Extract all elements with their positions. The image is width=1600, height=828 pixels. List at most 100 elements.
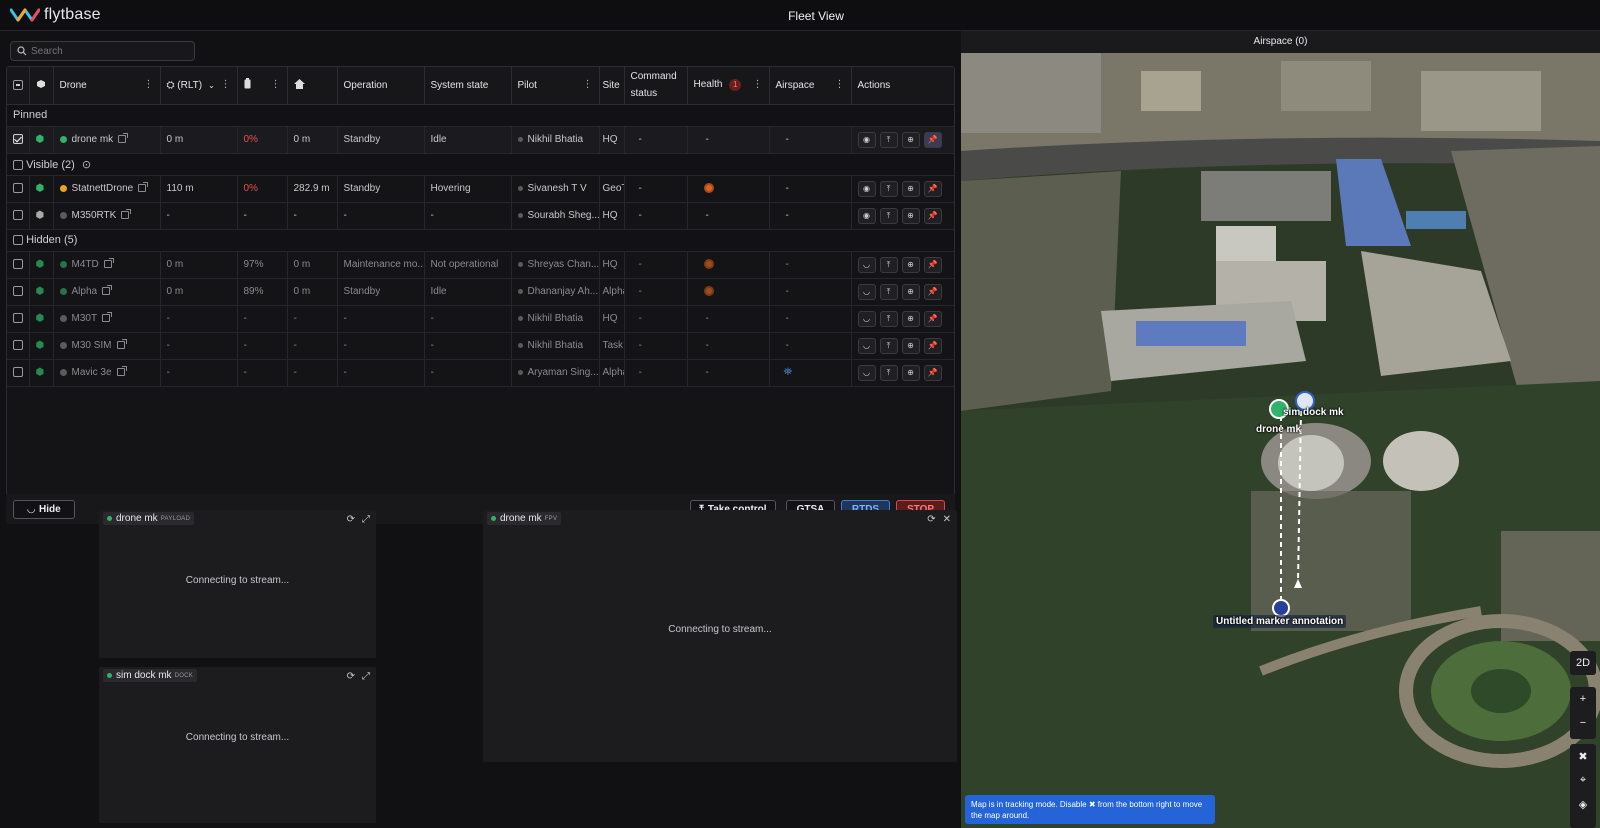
- column-menu-icon[interactable]: ⋮: [271, 80, 281, 90]
- takeoff-icon[interactable]: ⤒: [879, 207, 898, 224]
- health-cell[interactable]: [687, 278, 770, 306]
- external-link-icon[interactable]: [116, 339, 127, 350]
- drone-column-header[interactable]: Drone ⋮: [53, 67, 161, 105]
- takeoff-icon[interactable]: ⤒: [879, 337, 898, 354]
- pilot-column-header[interactable]: Pilot ⋮: [511, 67, 600, 105]
- pin-icon[interactable]: 📌: [923, 283, 942, 300]
- site-column-header[interactable]: Site: [599, 67, 625, 105]
- row-checkbox-cell[interactable]: [7, 278, 30, 306]
- locate-icon[interactable]: ⊕: [901, 310, 920, 327]
- search-box[interactable]: [10, 41, 195, 61]
- row-checkbox-cell[interactable]: [7, 175, 30, 203]
- table-row[interactable]: ⬢ Mavic 3e - - - - - Aryaman Sing... Alp…: [7, 359, 954, 387]
- drone-name-cell[interactable]: Alpha: [53, 278, 161, 306]
- locate-icon[interactable]: ⊕: [901, 256, 920, 273]
- layers-icon[interactable]: ◈: [1570, 792, 1596, 816]
- column-menu-icon[interactable]: ⋮: [753, 80, 763, 90]
- table-row[interactable]: ⬢ StatnettDrone 110 m 0% 282.9 m Standby…: [7, 175, 954, 203]
- table-row[interactable]: ⬢ M30T - - - - - Nikhil Bhatia HQ - - - …: [7, 305, 954, 333]
- external-link-icon[interactable]: [138, 182, 149, 193]
- target-icon[interactable]: ⊙: [82, 159, 91, 171]
- row-checkbox-cell[interactable]: [7, 359, 30, 387]
- takeoff-icon[interactable]: ⤒: [879, 364, 898, 381]
- hidden-eye-icon[interactable]: ◡: [857, 256, 876, 273]
- view-eye-icon[interactable]: ◉: [857, 131, 876, 148]
- pin-icon[interactable]: 📌: [923, 337, 942, 354]
- hidden-eye-icon[interactable]: ◡: [857, 337, 876, 354]
- row-checkbox-cell[interactable]: [7, 251, 30, 279]
- group-checkbox[interactable]: [13, 159, 23, 170]
- pin-icon[interactable]: 📌: [923, 364, 942, 381]
- external-link-icon[interactable]: [102, 312, 113, 323]
- search-input[interactable]: [31, 45, 191, 57]
- operation-column-header[interactable]: Operation: [337, 67, 425, 105]
- airspace-column-header[interactable]: Airspace ⋮: [769, 67, 852, 105]
- drone-map-label[interactable]: drone mk: [1256, 424, 1301, 435]
- airspace-drone-icon[interactable]: ⛯: [784, 366, 793, 378]
- external-link-icon[interactable]: [116, 366, 127, 377]
- refresh-icon[interactable]: ⟳: [927, 514, 935, 525]
- takeoff-icon[interactable]: ⤒: [879, 310, 898, 327]
- pin-icon[interactable]: 📌: [923, 207, 942, 224]
- hidden-eye-icon[interactable]: ◡: [857, 283, 876, 300]
- view-mode-control[interactable]: 2D: [1570, 651, 1596, 675]
- health-cell[interactable]: [687, 175, 770, 203]
- row-checkbox-cell[interactable]: [7, 332, 30, 360]
- drone-name-cell[interactable]: Mavic 3e: [53, 359, 161, 387]
- pin-icon[interactable]: 📌: [923, 310, 942, 327]
- locate-icon[interactable]: ⊕: [901, 337, 920, 354]
- column-menu-icon[interactable]: ⋮: [144, 80, 154, 90]
- altitude-column-header[interactable]: ⛭ (RLT) ⌄ ⋮: [160, 67, 238, 105]
- row-checkbox[interactable]: [13, 340, 23, 351]
- home-distance-column-header[interactable]: [287, 67, 338, 105]
- expand-icon[interactable]: ⤢: [362, 514, 370, 525]
- command-status-column-header[interactable]: Command status: [624, 67, 688, 105]
- chevron-down-icon[interactable]: ⌄: [208, 81, 215, 90]
- table-row[interactable]: ⬢ Alpha 0 m 89% 0 m Standby Idle Dhananj…: [7, 278, 954, 306]
- pin-icon[interactable]: 📌: [923, 180, 942, 197]
- group-checkbox[interactable]: [13, 235, 23, 246]
- drone-name-cell[interactable]: StatnettDrone: [53, 175, 161, 203]
- view-eye-icon[interactable]: ◉: [857, 207, 876, 224]
- locate-icon[interactable]: ⊕: [901, 131, 920, 148]
- hide-button[interactable]: ◡ Hide: [13, 500, 75, 519]
- takeoff-icon[interactable]: ⤒: [879, 180, 898, 197]
- airspace-cell[interactable]: ⛯: [769, 359, 852, 387]
- column-menu-icon[interactable]: ⋮: [583, 80, 593, 90]
- table-row[interactable]: ⬢ M30 SIM - - - - - Nikhil Bhatia Task -…: [7, 332, 954, 360]
- drone-name-cell[interactable]: M30T: [53, 305, 161, 333]
- system-state-column-header[interactable]: System state: [424, 67, 512, 105]
- row-checkbox[interactable]: [13, 367, 23, 378]
- row-checkbox[interactable]: [13, 313, 23, 324]
- recenter-icon[interactable]: ⌖: [1570, 768, 1596, 792]
- locate-icon[interactable]: ⊕: [901, 283, 920, 300]
- dock-map-label[interactable]: sim dock mk: [1283, 407, 1344, 418]
- hidden-eye-icon[interactable]: ◡: [857, 310, 876, 327]
- zoom-out-icon[interactable]: −: [1570, 711, 1596, 735]
- table-row[interactable]: ⬢ drone mk 0 m 0% 0 m Standby Idle Nikhi…: [7, 126, 954, 154]
- refresh-icon[interactable]: ⟳: [347, 514, 355, 525]
- column-menu-icon[interactable]: ⋮: [221, 80, 231, 90]
- refresh-icon[interactable]: ⟳: [347, 671, 355, 682]
- map-view[interactable]: Airspace (0) sim dock mk drone mk Untitl…: [961, 31, 1600, 828]
- row-checkbox[interactable]: [13, 259, 23, 270]
- pin-icon[interactable]: 📌: [923, 131, 942, 148]
- takeoff-icon[interactable]: ⤒: [879, 131, 898, 148]
- health-column-header[interactable]: Health 1 ⋮: [687, 67, 770, 105]
- external-link-icon[interactable]: [102, 285, 113, 296]
- health-warning-icon[interactable]: [703, 259, 714, 270]
- row-checkbox-cell[interactable]: [7, 126, 30, 154]
- takeoff-icon[interactable]: ⤒: [879, 256, 898, 273]
- table-row[interactable]: ⬢ M350RTK - - - - - Sourabh Sheg... HQ -…: [7, 202, 954, 230]
- pin-icon[interactable]: 📌: [923, 256, 942, 273]
- external-link-icon[interactable]: [103, 258, 114, 269]
- row-checkbox[interactable]: [13, 286, 23, 297]
- table-row[interactable]: ⬢ M4TD 0 m 97% 0 m Maintenance mo... Not…: [7, 251, 954, 279]
- locate-icon[interactable]: ⊕: [901, 207, 920, 224]
- view-mode-toggle[interactable]: 2D: [1570, 651, 1596, 675]
- locate-icon[interactable]: ⊕: [901, 180, 920, 197]
- tracking-mode-icon[interactable]: ✖: [1570, 744, 1596, 768]
- expand-icon[interactable]: ⤢: [362, 671, 370, 682]
- zoom-in-icon[interactable]: +: [1570, 687, 1596, 711]
- health-cell[interactable]: [687, 251, 770, 279]
